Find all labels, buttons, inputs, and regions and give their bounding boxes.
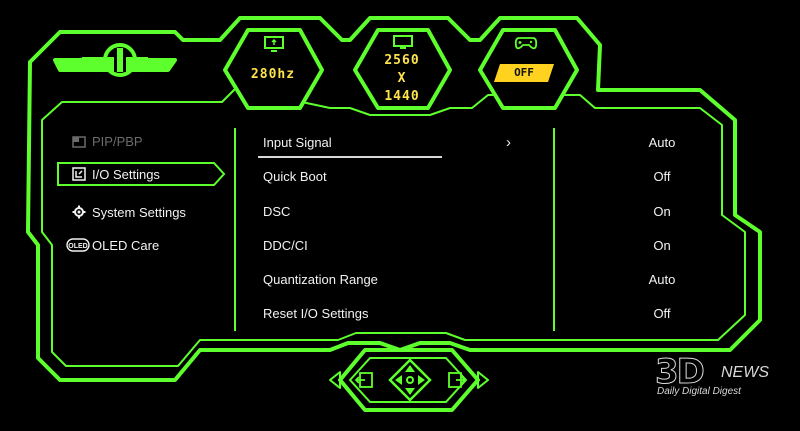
menu-row-quantization-range[interactable]: Quantization Range [263, 271, 378, 289]
refresh-rate-value: 280hz [250, 67, 296, 82]
monitor-refresh-icon [264, 36, 284, 52]
joystick-navigation-icon[interactable] [388, 358, 432, 402]
watermark: 3D NEWS Daily Digital Digest [655, 352, 785, 402]
watermark-tagline: Daily Digital Digest [657, 386, 741, 397]
svg-text:OLED: OLED [68, 243, 87, 250]
sidebar-item-label: System Settings [92, 204, 186, 220]
io-icon [72, 167, 86, 181]
resolution-separator: X [397, 71, 407, 86]
sidebar-item-io-settings[interactable]: I/O Settings [72, 163, 160, 185]
divider-left [234, 128, 236, 331]
resolution-height: 1440 [384, 89, 420, 104]
value-reset-io-settings: Off [653, 306, 671, 321]
enter-icon[interactable] [448, 372, 466, 388]
menu-row-input-signal[interactable]: Input Signal [263, 134, 332, 152]
pip-icon [72, 136, 86, 148]
sidebar-item-label: PIP/PBP [92, 133, 143, 149]
sidebar-item-oled-care[interactable]: OLED OLED Care [66, 234, 159, 256]
value-dsc: On [653, 204, 671, 219]
value-ddc-ci: On [653, 238, 671, 253]
exit-icon[interactable] [355, 372, 373, 388]
value-quantization-range: Auto [648, 272, 676, 287]
resolution-monitor-icon [393, 35, 413, 49]
menu-row-focus-underline [258, 156, 442, 158]
value-input-signal: Auto [648, 135, 676, 150]
gear-icon [72, 205, 86, 219]
gamepad-icon [514, 37, 538, 50]
menu-row-dsc[interactable]: DSC [263, 203, 290, 221]
game-mode-status-badge[interactable]: OFF [494, 64, 554, 82]
submenu-chevron-icon: › [506, 134, 511, 151]
sidebar-item-pip-pbp[interactable]: PIP/PBP [72, 130, 143, 152]
menu-row-reset-io-settings[interactable]: Reset I/O Settings [263, 305, 369, 323]
resolution-width: 2560 [384, 53, 420, 68]
value-quick-boot: Off [653, 169, 671, 184]
watermark-news: NEWS [721, 364, 769, 381]
sidebar-item-system-settings[interactable]: System Settings [72, 201, 186, 223]
brand-logo-icon [82, 43, 148, 77]
menu-row-quick-boot[interactable]: Quick Boot [263, 168, 327, 186]
oled-icon: OLED [66, 238, 90, 252]
sidebar-item-label: I/O Settings [92, 166, 160, 182]
divider-right [553, 128, 555, 331]
sidebar-item-label: OLED Care [92, 237, 160, 253]
menu-row-ddc-ci[interactable]: DDC/CI [263, 237, 308, 255]
